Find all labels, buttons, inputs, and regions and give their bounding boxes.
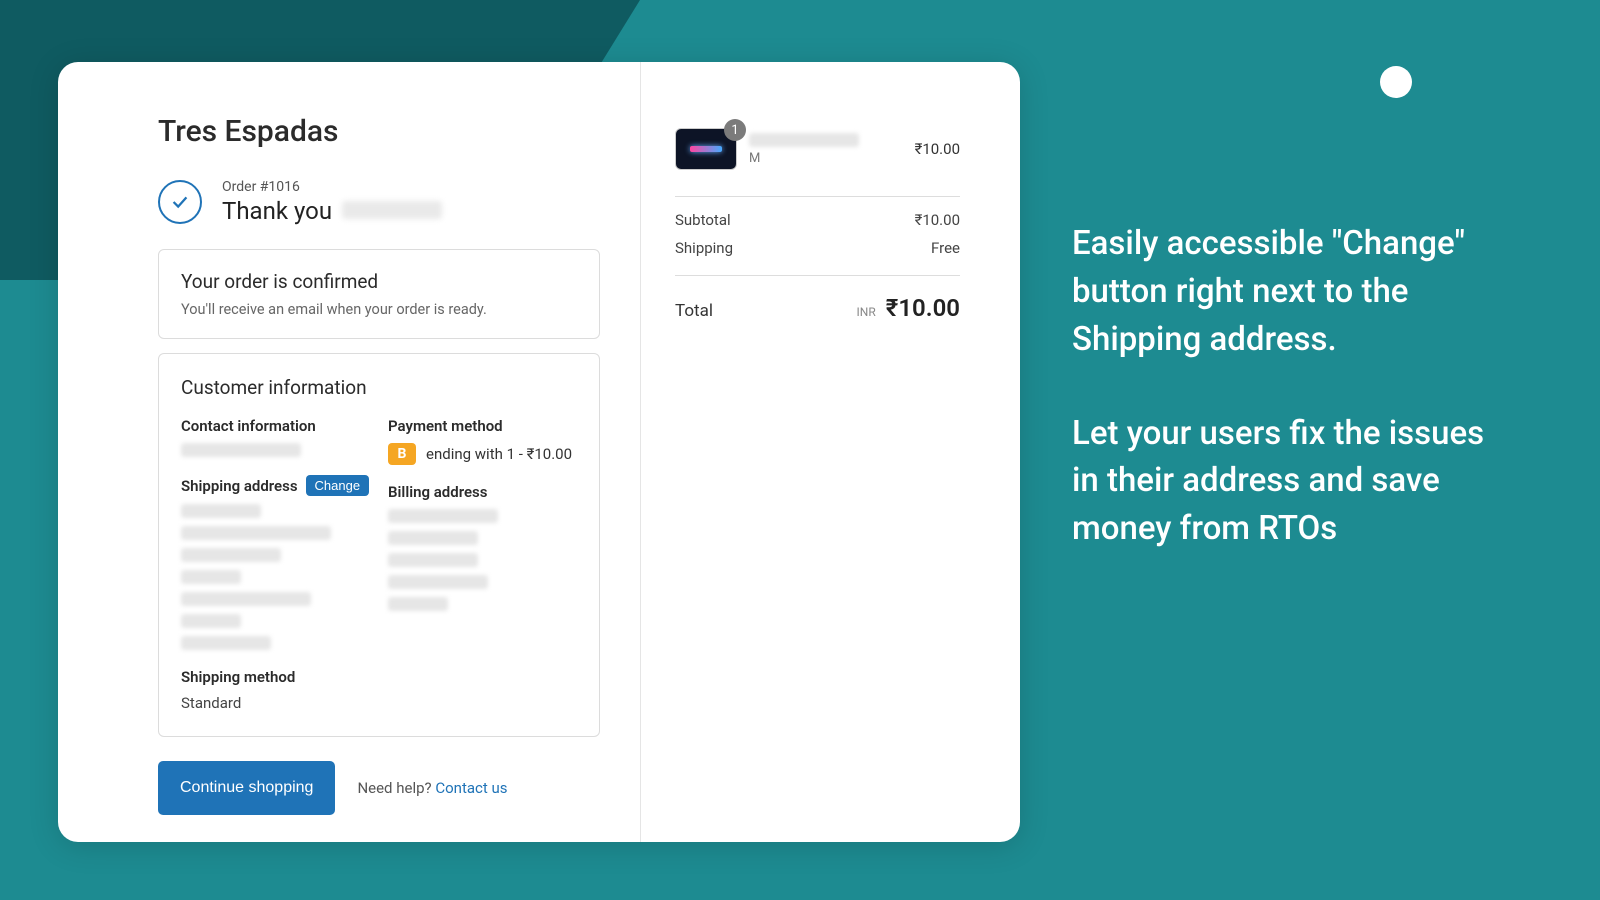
footer-row: Continue shopping Need help? Contact us [158, 761, 600, 815]
payment-text: ending with 1 - ₹10.00 [426, 445, 572, 463]
decor-dot [1380, 66, 1412, 98]
contact-us-link[interactable]: Contact us [435, 779, 507, 797]
right-column: Payment method B ending with 1 - ₹10.00 … [388, 417, 577, 712]
ship-line [181, 526, 331, 540]
customer-info-title: Customer information [181, 376, 577, 399]
left-column: Contact information Shipping address Cha… [181, 417, 370, 712]
change-shipping-button[interactable]: Change [306, 475, 370, 496]
shipping-row: Shipping Free [675, 239, 960, 257]
order-summary-pane: 1 M ₹10.00 Subtotal ₹10.00 Shipping Free… [640, 62, 1020, 842]
total-label: Total [675, 301, 713, 321]
shipping-method-heading: Shipping method [181, 668, 370, 686]
shipping-address-label: Shipping address [181, 477, 298, 495]
product-variant: M [749, 151, 903, 166]
order-confirmed-box: Your order is confirmed You'll receive a… [158, 249, 600, 339]
contact-email-redacted [181, 443, 301, 457]
line-item-price: ₹10.00 [915, 140, 960, 158]
subtotal-row: Subtotal ₹10.00 [675, 211, 960, 229]
payment-method-heading: Payment method [388, 417, 577, 435]
marketing-copy: Easily accessible "Change" button right … [1072, 220, 1492, 599]
ship-line [181, 592, 311, 606]
payment-method-row: B ending with 1 - ₹10.00 [388, 443, 577, 465]
promo-paragraph-1: Easily accessible "Change" button right … [1072, 220, 1492, 364]
need-help-label: Need help? [357, 779, 431, 797]
total-row: Total INR ₹10.00 [675, 275, 960, 322]
product-name-redacted [749, 133, 859, 147]
product-thumbnail: 1 [675, 128, 737, 170]
promo-paragraph-2: Let your users fix the issues in their a… [1072, 410, 1492, 554]
ship-line [181, 636, 271, 650]
confirmed-title: Your order is confirmed [181, 270, 577, 293]
customer-info-box: Customer information Contact information… [158, 353, 600, 737]
bill-line [388, 553, 478, 567]
order-status-pane: Tres Espadas Order #1016 Thank you Your … [58, 62, 640, 842]
checkout-card: Tres Espadas Order #1016 Thank you Your … [58, 62, 1020, 842]
bill-line [388, 531, 478, 545]
confirmed-subtitle: You'll receive an email when your order … [181, 301, 577, 318]
store-name: Tres Espadas [158, 114, 600, 149]
customer-name-redacted [342, 201, 442, 219]
bill-line [388, 575, 488, 589]
thank-you-row: Order #1016 Thank you [158, 179, 600, 225]
ship-line [181, 570, 241, 584]
bill-line [388, 597, 448, 611]
line-item: 1 M ₹10.00 [675, 128, 960, 170]
shipping-method-value: Standard [181, 694, 370, 712]
ship-line [181, 548, 281, 562]
ship-line [181, 504, 261, 518]
billing-address-heading: Billing address [388, 483, 577, 501]
total-amount: ₹10.00 [886, 294, 960, 322]
shipping-label: Shipping [675, 239, 733, 257]
order-number: Order #1016 [222, 179, 442, 195]
ship-line [181, 614, 241, 628]
thank-you-text: Thank you [222, 197, 332, 225]
need-help-text: Need help? Contact us [357, 779, 507, 797]
shipping-address-heading: Shipping address Change [181, 475, 370, 496]
checkmark-icon [158, 180, 202, 224]
payment-badge-icon: B [388, 443, 416, 465]
subtotal-label: Subtotal [675, 211, 731, 229]
bill-line [388, 509, 498, 523]
subtotal-value: ₹10.00 [915, 211, 960, 229]
quantity-badge: 1 [724, 119, 746, 141]
shipping-value: Free [931, 239, 960, 257]
contact-info-heading: Contact information [181, 417, 370, 435]
continue-shopping-button[interactable]: Continue shopping [158, 761, 335, 815]
currency-code: INR [857, 305, 876, 319]
